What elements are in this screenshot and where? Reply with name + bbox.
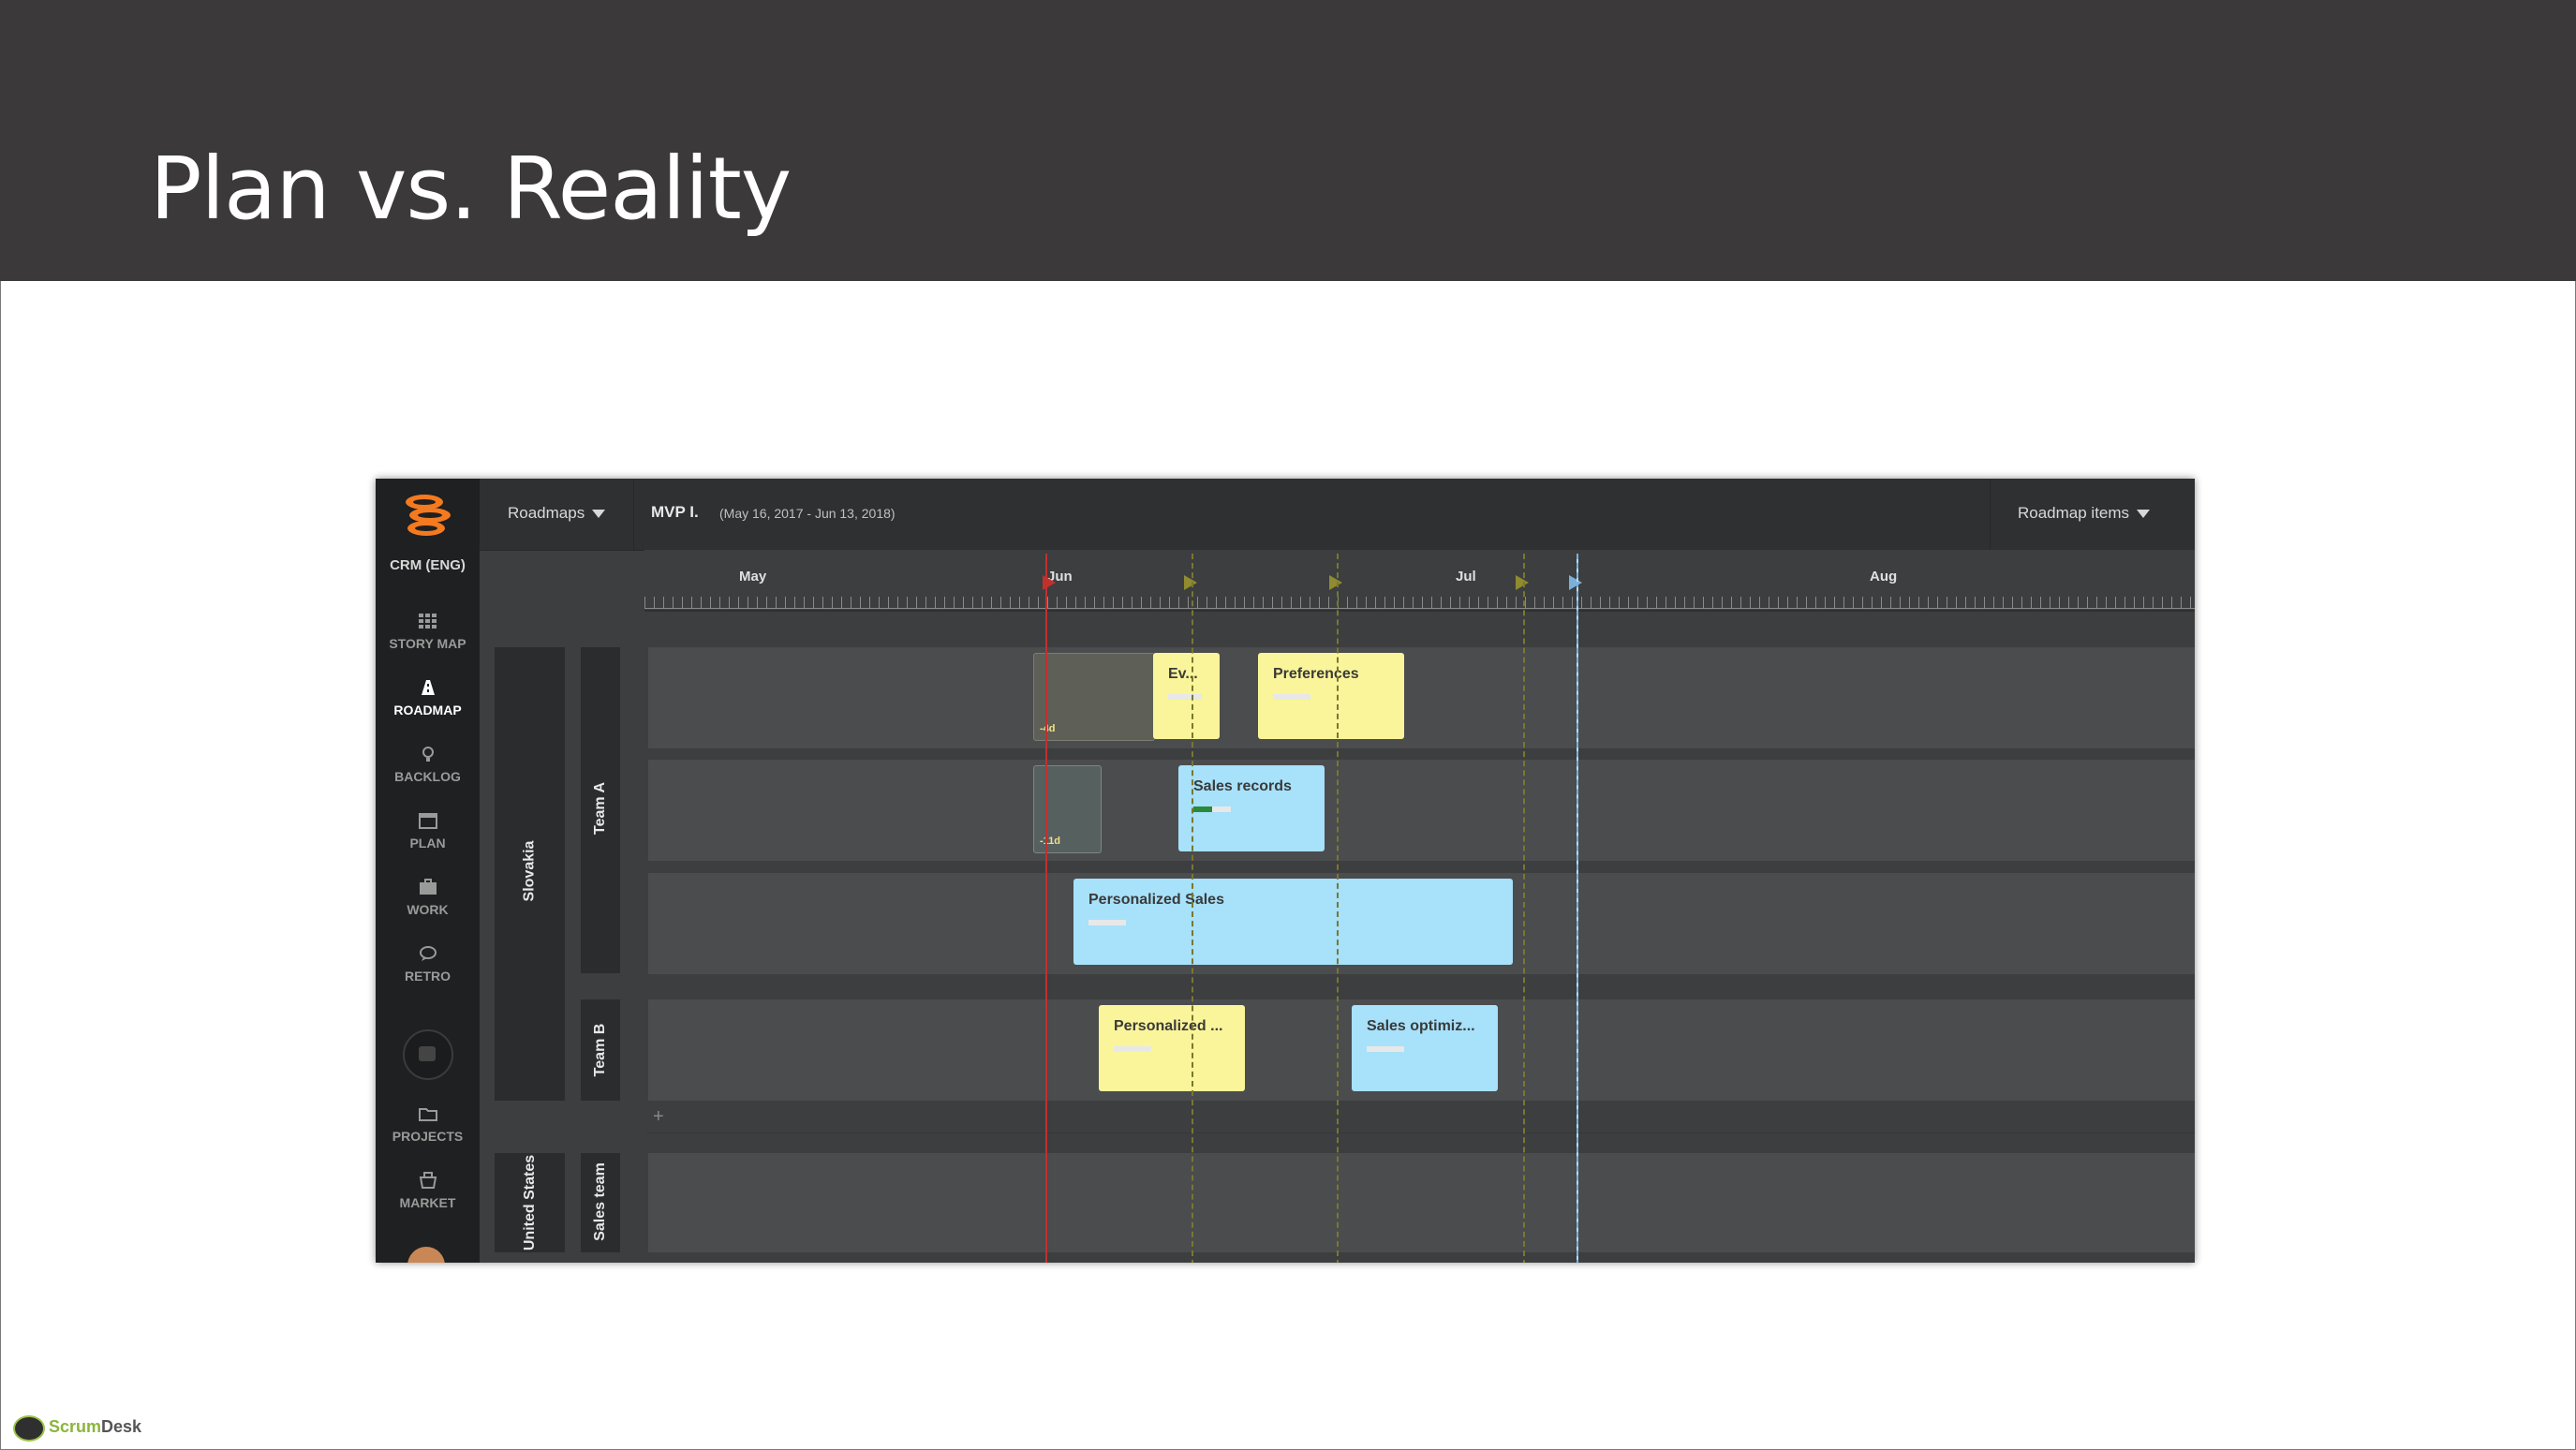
caret-down-icon — [2137, 510, 2151, 519]
roadmap-icon — [421, 680, 435, 695]
today-line — [1045, 554, 1047, 1263]
caret-down-icon — [592, 510, 606, 519]
lane — [648, 1153, 2195, 1252]
card-title: Sales records — [1193, 778, 1292, 794]
nav-plan[interactable]: PLAN — [376, 811, 480, 867]
roadmap-date-range: (May 16, 2017 - Jun 13, 2018) — [719, 506, 896, 521]
app-logo-icon[interactable] — [402, 492, 454, 539]
group-united-states: United States — [495, 1153, 565, 1252]
group-slovakia: Slovakia — [495, 647, 565, 1101]
project-name[interactable]: CRM (ENG) — [376, 557, 480, 573]
nav-roadmap[interactable]: ROADMAP — [376, 678, 480, 734]
nav-label: PLAN — [409, 836, 446, 851]
slide-header: Plan vs. Reality — [0, 0, 2576, 281]
milestone-line — [1337, 554, 1339, 1263]
lane — [648, 647, 2195, 748]
roadmap-item-preferences[interactable]: Preferences — [1258, 653, 1404, 739]
milestone-flag-icon[interactable] — [1569, 575, 1582, 590]
team-label: Team B — [592, 1023, 608, 1077]
briefcase-icon — [419, 879, 437, 895]
nav-work[interactable]: WORK — [376, 878, 480, 934]
roadmap-item-ev[interactable]: Ev... — [1153, 653, 1220, 739]
timeline-ticks — [644, 597, 2195, 608]
roadmaps-dropdown-label: Roadmaps — [508, 504, 585, 522]
progress-bar — [1273, 694, 1310, 700]
delay-label: -11d — [1040, 836, 1061, 847]
nav-label: RETRO — [405, 969, 451, 984]
delay-label: -4d — [1040, 723, 1056, 734]
milestone-flag-icon[interactable] — [1329, 575, 1342, 590]
nav-label: STORY MAP — [389, 636, 466, 651]
roadmap-item-personalized[interactable]: Personalized ... — [1099, 1005, 1245, 1091]
nav-label: PROJECTS — [392, 1129, 464, 1144]
scrumdesk-logo: ScrumDesk — [13, 1413, 182, 1442]
progress-bar — [1193, 806, 1231, 812]
group-label: United States — [522, 1154, 538, 1251]
roadmap-item-sales-optimiz[interactable]: Sales optimiz... — [1352, 1005, 1498, 1091]
nav-label: BACKLOG — [394, 769, 461, 784]
month-label: Aug — [1870, 569, 1898, 584]
plus-icon[interactable]: + — [653, 1106, 664, 1128]
nav-label: ROADMAP — [393, 703, 462, 718]
month-label: May — [739, 569, 767, 584]
user-avatar[interactable] — [407, 1247, 445, 1263]
progress-bar — [1367, 1046, 1404, 1052]
nav-retro[interactable]: RETRO — [376, 944, 480, 1000]
roadmap-item-sales-records[interactable]: Sales records — [1178, 765, 1325, 851]
roadmaps-dropdown[interactable]: Roadmaps — [508, 504, 606, 523]
team-label: Sales team — [592, 1162, 608, 1241]
milestone-line — [1577, 554, 1578, 1263]
add-lane-row: + — [646, 1104, 2195, 1133]
roadmap-items-label: Roadmap items — [2018, 504, 2130, 522]
roadmap-title: MVP I. — [651, 503, 699, 521]
sidebar: CRM (ENG) STORY MAP ROADMAP BACKLOG PLAN… — [376, 479, 480, 1263]
milestone-flag-icon[interactable] — [1184, 575, 1197, 590]
month-label: Jul — [1456, 569, 1476, 584]
sales-team-column: Sales team — [581, 1153, 620, 1252]
timer-button[interactable] — [403, 1029, 453, 1080]
chat-icon — [419, 946, 437, 961]
roadmap-item-ghost[interactable]: -11d — [1033, 765, 1102, 853]
calendar-icon — [418, 813, 437, 829]
nav-backlog[interactable]: BACKLOG — [376, 745, 480, 801]
slide-title: Plan vs. Reality — [150, 139, 792, 239]
team-a-column: Team A — [581, 647, 620, 973]
card-title: Sales optimiz... — [1367, 1018, 1475, 1034]
lane — [648, 760, 2195, 861]
divider — [633, 479, 634, 550]
bulb-icon — [422, 747, 434, 762]
timeline-header: May Jun Jul Aug — [644, 550, 2195, 612]
folder-icon — [418, 1108, 437, 1121]
nav-label: MARKET — [399, 1195, 456, 1210]
progress-bar — [1114, 1046, 1151, 1052]
milestone-line — [1192, 554, 1193, 1263]
roadmap-item-ghost[interactable]: -4d — [1033, 653, 1155, 741]
roadmap-item-personalized-sales[interactable]: Personalized Sales — [1073, 879, 1513, 965]
team-b-column: Team B — [581, 999, 620, 1101]
milestone-flag-icon[interactable] — [1516, 575, 1529, 590]
divider — [1990, 479, 1991, 550]
team-label: Team A — [592, 782, 608, 836]
card-title: Personalized ... — [1114, 1018, 1223, 1034]
timeline-axis — [644, 608, 2195, 609]
topbar: Roadmaps MVP I. (May 16, 2017 - Jun 13, … — [480, 479, 2195, 551]
milestone-line — [1523, 554, 1525, 1263]
brand-text: ScrumDesk — [49, 1417, 142, 1436]
card-title: Personalized Sales — [1088, 892, 1224, 908]
nav-projects[interactable]: PROJECTS — [376, 1104, 480, 1161]
roadmap-items-dropdown[interactable]: Roadmap items — [2018, 504, 2151, 523]
basket-icon — [419, 1172, 437, 1189]
app-screenshot: CRM (ENG) STORY MAP ROADMAP BACKLOG PLAN… — [376, 479, 2195, 1263]
nav-market[interactable]: MARKET — [376, 1171, 480, 1227]
nav-story-map[interactable]: STORY MAP — [376, 612, 480, 668]
scrumdesk-logo-icon — [13, 1415, 45, 1442]
card-title: Preferences — [1273, 666, 1359, 682]
grid-icon — [418, 614, 437, 629]
group-label: Slovakia — [521, 840, 538, 902]
progress-bar — [1088, 920, 1126, 925]
progress-bar — [1168, 694, 1202, 700]
nav-label: WORK — [407, 902, 449, 917]
